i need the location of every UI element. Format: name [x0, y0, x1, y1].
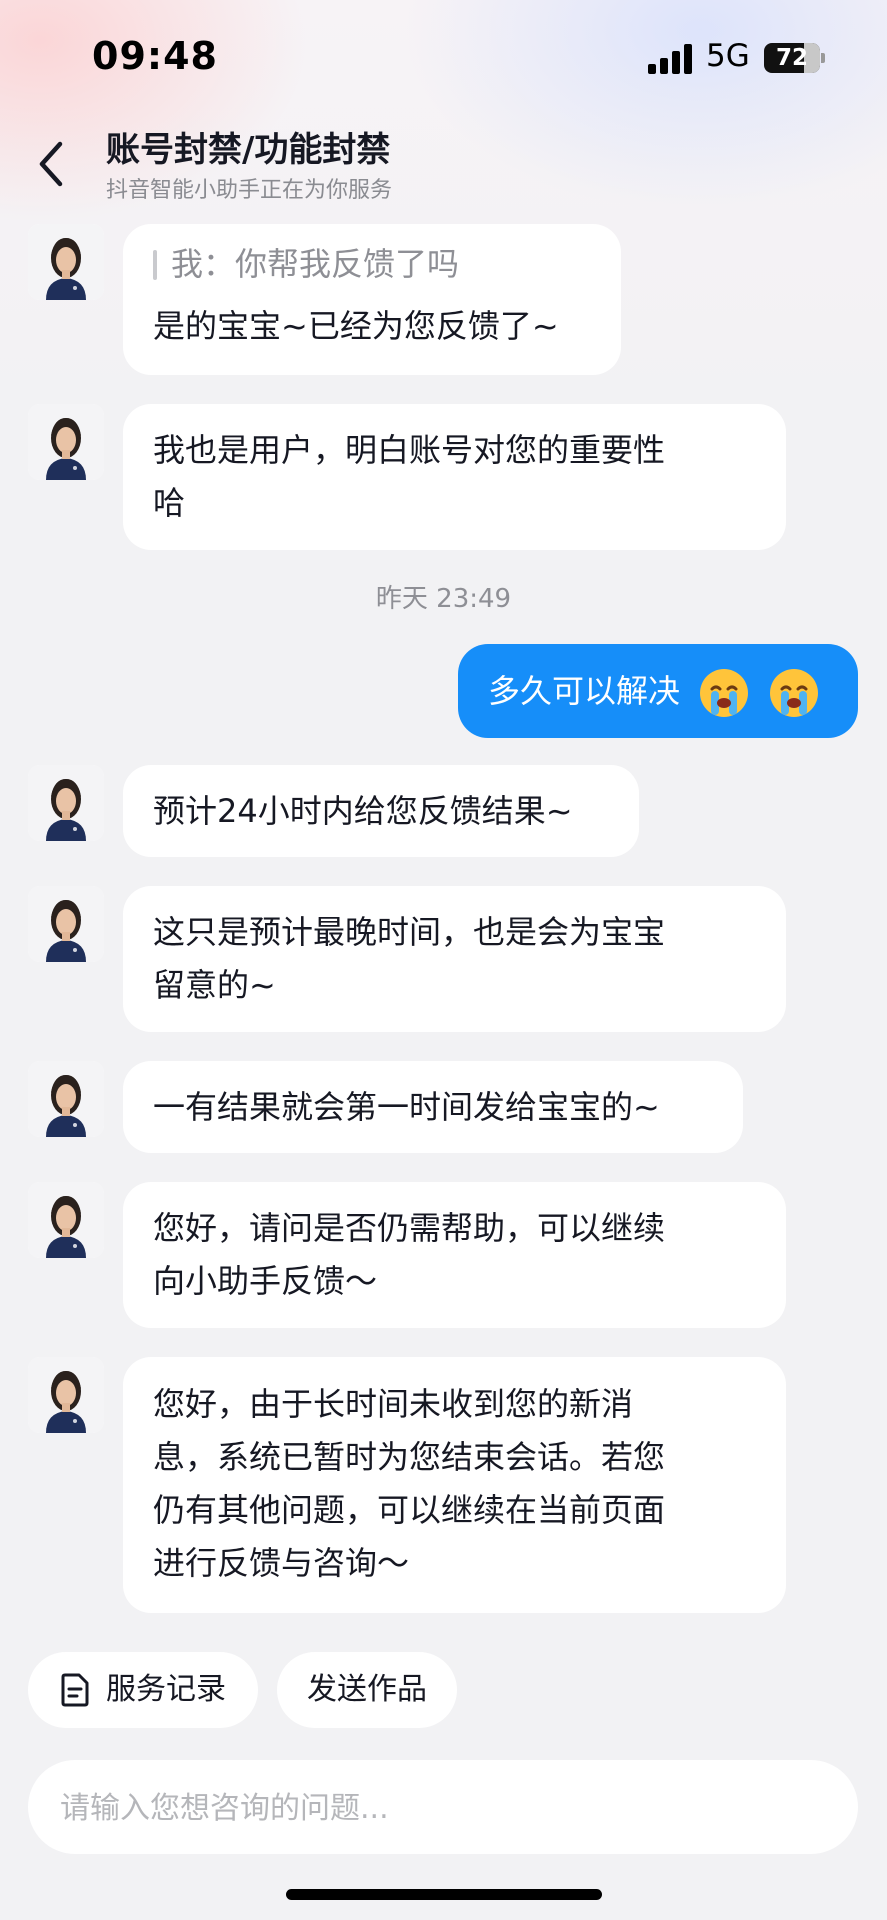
home-indicator	[286, 1889, 602, 1900]
message-text: 多久可以解决	[488, 672, 681, 710]
battery-percentage: 72	[775, 45, 808, 71]
user-message-bubble: 多久可以解决	[458, 644, 858, 738]
assistant-avatar[interactable]	[28, 404, 104, 480]
message-input[interactable]	[58, 1760, 822, 1856]
message-text-line: 您好，由于长时间未收到您的新消	[153, 1385, 634, 1423]
message-text: 预计24小时内给您反馈结果~	[153, 792, 573, 830]
crying-face-icon	[770, 669, 819, 717]
assistant-avatar[interactable]	[28, 1357, 104, 1433]
crying-face-icon	[700, 669, 749, 717]
service-records-label: 服务记录	[106, 1672, 226, 1707]
page-title: 账号封禁/功能封禁	[106, 130, 391, 170]
assistant-avatar[interactable]	[28, 1061, 104, 1137]
message-text-line: 仍有其他问题，可以继续在当前页面	[153, 1491, 666, 1529]
send-works-button[interactable]: 发送作品	[277, 1652, 457, 1728]
back-button[interactable]	[30, 130, 80, 190]
assistant-message-bubble: 我也是用户，明白账号对您的重要性 哈	[123, 404, 786, 550]
message-text-line: 留意的~	[153, 966, 276, 1004]
assistant-message-bubble: 一有结果就会第一时间发给宝宝的~	[123, 1061, 743, 1153]
status-bar: 09:48 5G 72	[0, 0, 887, 120]
signal-icon	[648, 44, 692, 74]
quoted-message-text: 我：你帮我反馈了吗	[171, 245, 460, 283]
service-records-button[interactable]: 服务记录	[28, 1652, 258, 1728]
battery-icon: 72	[764, 43, 826, 73]
assistant-message-bubble: 这只是预计最晚时间，也是会为宝宝 留意的~	[123, 886, 786, 1032]
document-icon	[61, 1673, 89, 1707]
assistant-avatar[interactable]	[28, 224, 104, 300]
message-text-line: 这只是预计最晚时间，也是会为宝宝	[153, 913, 666, 951]
assistant-avatar[interactable]	[28, 886, 104, 962]
assistant-avatar[interactable]	[28, 1182, 104, 1258]
message-text-line: 向小助手反馈～	[153, 1262, 378, 1300]
assistant-message-bubble: 您好，由于长时间未收到您的新消 息，系统已暂时为您结束会话。若您 仍有其他问题，…	[123, 1357, 786, 1613]
chevron-left-icon	[39, 141, 63, 187]
message-text-line: 您好，请问是否仍需帮助，可以继续	[153, 1209, 666, 1247]
message-text: 是的宝宝~已经为您反馈了~	[153, 307, 559, 345]
assistant-avatar[interactable]	[28, 765, 104, 841]
message-text-line: 息，系统已暂时为您结束会话。若您	[153, 1438, 666, 1476]
assistant-message-bubble: 您好，请问是否仍需帮助，可以继续 向小助手反馈～	[123, 1182, 786, 1328]
page-subtitle: 抖音智能小助手正在为你服务	[106, 178, 393, 203]
send-works-label: 发送作品	[307, 1672, 427, 1707]
message-text: 一有结果就会第一时间发给宝宝的~	[153, 1088, 660, 1126]
status-time: 09:48	[92, 34, 218, 78]
message-text-line: 哈	[153, 484, 186, 522]
message-text-line: 我也是用户，明白账号对您的重要性	[153, 431, 666, 469]
message-text-line: 进行反馈与咨询～	[153, 1544, 410, 1582]
assistant-message-bubble: 我：你帮我反馈了吗 是的宝宝~已经为您反馈了~	[123, 224, 621, 375]
message-timestamp: 昨天 23:49	[375, 584, 512, 614]
network-type: 5G	[706, 38, 750, 74]
quoted-message: 我：你帮我反馈了吗	[153, 238, 591, 291]
chat-header: 账号封禁/功能封禁 抖音智能小助手正在为你服务	[0, 118, 887, 204]
message-input-container[interactable]	[28, 1760, 858, 1856]
assistant-message-bubble: 预计24小时内给您反馈结果~	[123, 765, 639, 857]
